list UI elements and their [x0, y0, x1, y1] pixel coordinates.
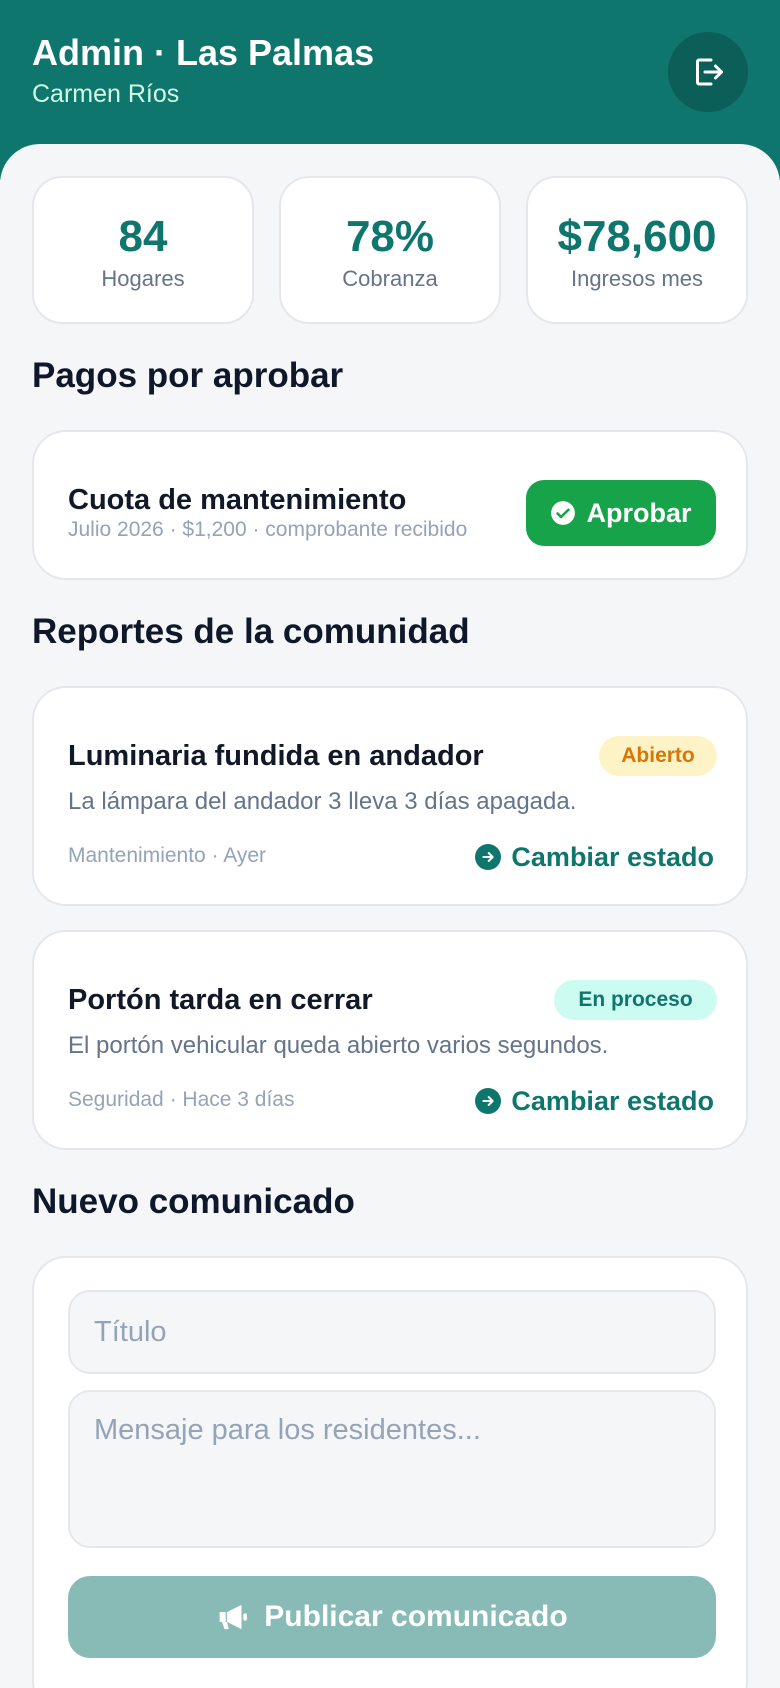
change-status-button[interactable]: Cambiar estado — [475, 1084, 714, 1118]
announcement-message-input[interactable] — [68, 1390, 716, 1548]
payment-title: Cuota de mantenimiento — [68, 484, 407, 516]
stat-label: Hogares — [101, 266, 185, 291]
publish-button[interactable]: Publicar comunicado — [68, 1576, 716, 1658]
status-badge: En proceso — [554, 980, 717, 1020]
stat-card-income: $78,600 Ingresos mes — [526, 176, 748, 324]
report-card: Portón tarda en cerrar En proceso El por… — [32, 930, 748, 1150]
change-status-label: Cambiar estado — [511, 841, 714, 872]
approve-button[interactable]: Aprobar — [526, 480, 716, 546]
approve-button-label: Aprobar — [586, 497, 692, 528]
stat-value: 84 — [118, 212, 168, 261]
arrow-right-circle-icon — [475, 844, 502, 870]
report-card: Luminaria fundida en andador Abierto La … — [32, 686, 748, 906]
report-title: Luminaria fundida en andador — [68, 740, 484, 772]
report-description: La lámpara del andador 3 lleva 3 días ap… — [68, 788, 577, 815]
stat-value: $78,600 — [557, 212, 717, 261]
announcement-title-input[interactable] — [68, 1290, 716, 1374]
stat-label: Cobranza — [342, 266, 438, 291]
stat-value: 78% — [345, 212, 435, 261]
payment-card: Cuota de mantenimiento Julio 2026 · $1,2… — [32, 430, 748, 580]
section-title-reports: Reportes de la comunidad — [32, 612, 470, 651]
megaphone-icon — [219, 1604, 248, 1630]
report-description: El portón vehicular queda abierto varios… — [68, 1032, 609, 1059]
publish-button-label: Publicar comunicado — [264, 1600, 568, 1633]
user-name: Carmen Ríos — [32, 80, 180, 108]
report-meta: Mantenimiento · Ayer — [68, 844, 267, 867]
page-title: Admin · Las Palmas — [32, 32, 375, 73]
payment-detail: Julio 2026 · $1,200 · comprobante recibi… — [68, 518, 468, 541]
stat-card-collection: 78% Cobranza — [279, 176, 501, 324]
section-title-announcement: Nuevo comunicado — [32, 1182, 355, 1221]
status-badge: Abierto — [599, 736, 717, 776]
announcement-form: Publicar comunicado — [32, 1256, 748, 1688]
change-status-label: Cambiar estado — [511, 1085, 714, 1116]
logout-icon — [696, 58, 723, 86]
stat-card-households: 84 Hogares — [32, 176, 254, 324]
main-content: 84 Hogares 78% Cobranza $78,600 Ingresos… — [0, 144, 780, 1688]
report-meta: Seguridad · Hace 3 días — [68, 1088, 295, 1111]
arrow-right-circle-icon — [475, 1088, 502, 1114]
section-title-payments: Pagos por aprobar — [32, 356, 344, 395]
stat-label: Ingresos mes — [570, 266, 704, 291]
logout-button[interactable] — [668, 32, 748, 112]
report-title: Portón tarda en cerrar — [68, 984, 373, 1016]
check-circle-icon — [551, 501, 576, 525]
change-status-button[interactable]: Cambiar estado — [475, 840, 714, 874]
